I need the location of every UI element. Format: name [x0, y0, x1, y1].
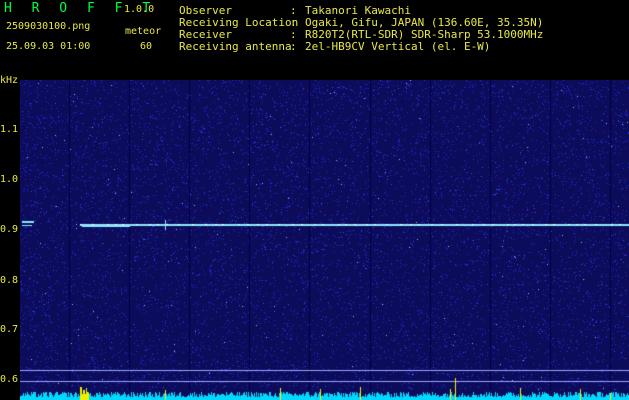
y-tick-label: 0.9: [0, 224, 19, 235]
app-version: 1.0.0: [124, 4, 155, 15]
y-axis-unit: kHz: [0, 75, 19, 86]
y-tick-label: 1.0: [0, 174, 19, 185]
y-tick-label: 0.6: [0, 374, 19, 385]
date-time: 25.09.03 01:00: [6, 41, 91, 52]
meteor-label: meteor: [125, 26, 162, 37]
antenna-label: Receiving antenna: [179, 40, 292, 53]
y-tick-label: 0.8: [0, 275, 19, 286]
antenna-value: 2el-HB9CV Vertical (el. E-W): [305, 40, 491, 53]
y-tick-label: 0.7: [0, 324, 19, 335]
y-tick-label: 1.1: [0, 124, 19, 135]
meteor-count: 60: [140, 41, 153, 52]
file-name: 2509030100.png: [6, 21, 91, 32]
antenna-sep: :: [290, 40, 297, 53]
header-panel: H R O F F T 1.0.0 2509030100.png meteor …: [0, 0, 629, 74]
spectrogram-canvas: [20, 80, 629, 400]
